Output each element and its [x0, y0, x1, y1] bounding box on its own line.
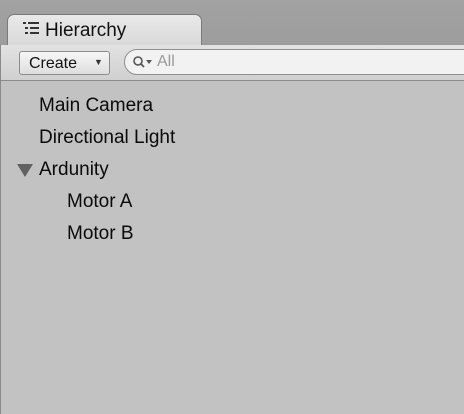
list-item[interactable]: Main Camera: [1, 90, 464, 122]
list-item[interactable]: Motor B: [1, 218, 464, 250]
list-icon: [22, 20, 40, 36]
list-item-label: Directional Light: [39, 127, 176, 148]
foldout-expanded-icon[interactable]: [17, 164, 33, 177]
search-input[interactable]: All: [124, 49, 464, 75]
tab-title: Hierarchy: [45, 20, 127, 41]
search-placeholder: All: [157, 53, 175, 70]
create-button[interactable]: Create ▼: [19, 51, 110, 75]
list-item-label: Motor B: [67, 223, 134, 244]
hierarchy-list: Main Camera Directional Light Ardunity M…: [0, 81, 464, 414]
list-item-label: Ardunity: [39, 159, 109, 180]
search-icon: [132, 55, 158, 69]
list-item[interactable]: Ardunity: [1, 154, 464, 186]
hierarchy-toolbar: Create ▼ All: [0, 45, 464, 81]
dropdown-arrow-icon: ▼: [94, 57, 103, 67]
create-button-label: Create: [29, 55, 78, 72]
tab-hierarchy[interactable]: Hierarchy: [7, 14, 202, 46]
hierarchy-window: Hierarchy Create ▼ All Main Camera Direc…: [0, 0, 464, 414]
list-item-label: Main Camera: [39, 95, 154, 116]
list-item[interactable]: Motor A: [1, 186, 464, 218]
tab-strip: Hierarchy: [0, 0, 464, 46]
list-item[interactable]: Directional Light: [1, 122, 464, 154]
list-item-label: Motor A: [67, 191, 133, 212]
